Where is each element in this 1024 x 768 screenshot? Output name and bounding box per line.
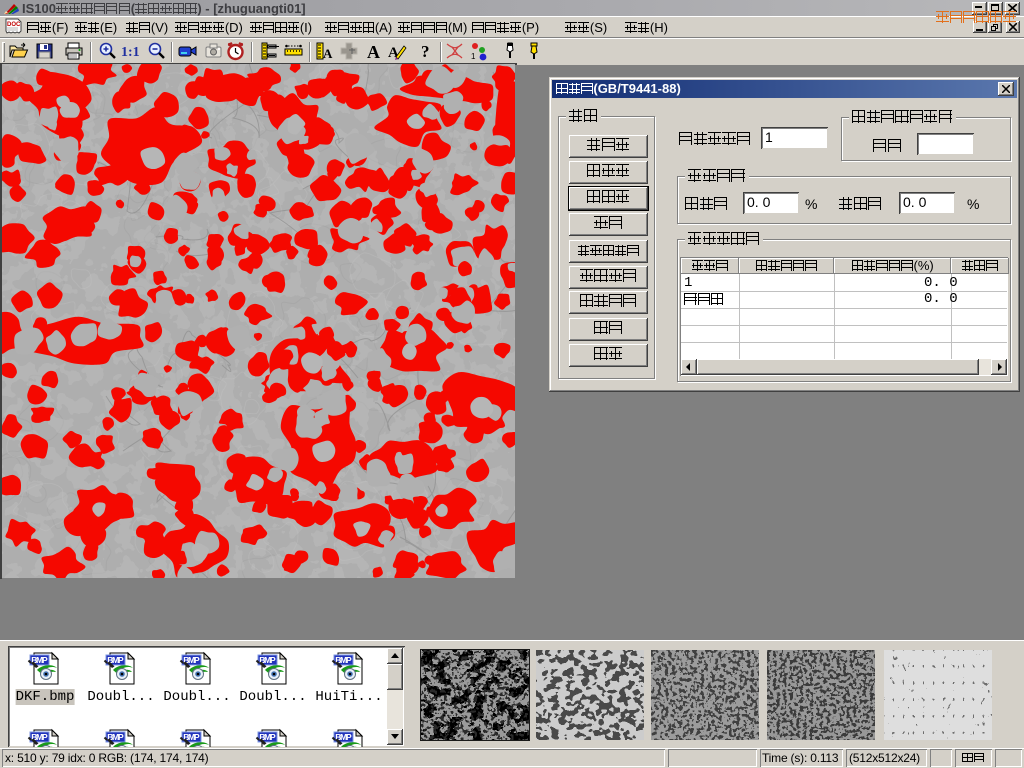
svg-text:A: A: [323, 46, 333, 61]
svg-text:1:1: 1:1: [121, 45, 140, 60]
svg-text:1: 1: [471, 52, 476, 61]
svg-text:A: A: [367, 42, 380, 61]
svg-text:?: ?: [421, 42, 430, 61]
svg-text:DOC: DOC: [7, 22, 21, 28]
